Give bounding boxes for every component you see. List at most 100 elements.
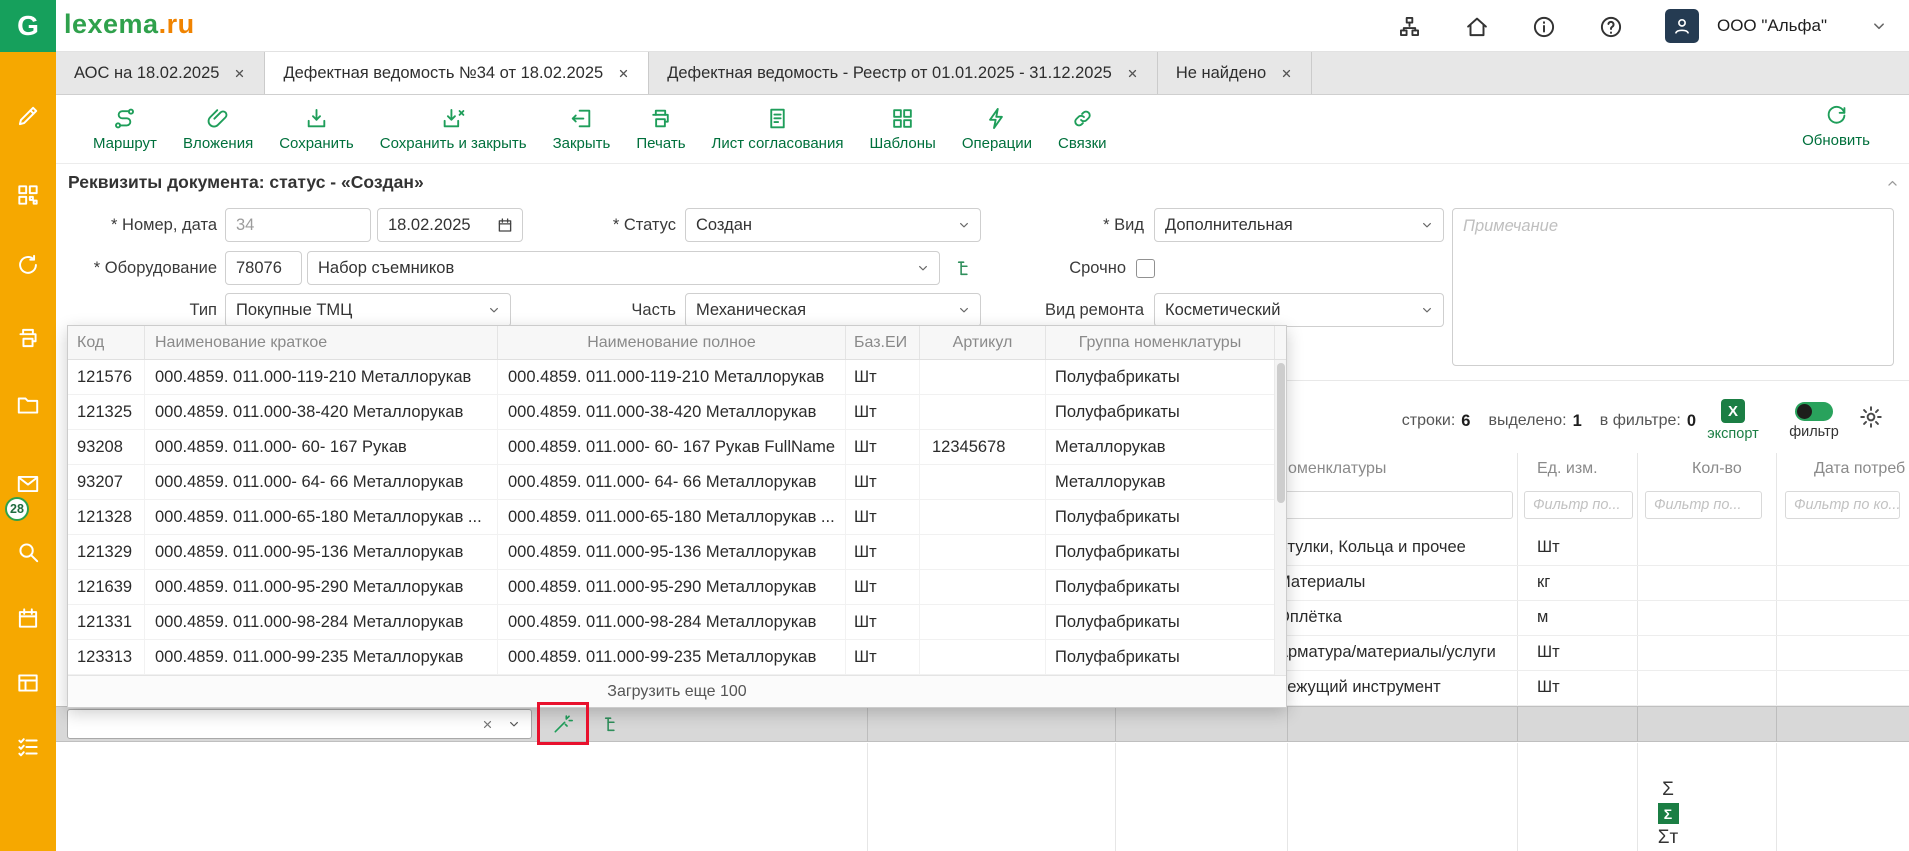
popup-row[interactable]: 93208000.4859. 011.000- 60- 167 Рукав000…	[68, 430, 1286, 465]
attachments-button[interactable]: Вложения	[170, 106, 266, 152]
toggle-track[interactable]	[1795, 402, 1833, 421]
popup-column-article[interactable]: Артикул	[920, 326, 1046, 359]
operations-button[interactable]: Операции	[949, 106, 1045, 152]
part-select[interactable]: Механическая	[685, 293, 981, 327]
column-header-qty[interactable]: Кол-во	[1692, 460, 1742, 478]
date-field[interactable]: 18.02.2025	[377, 208, 523, 242]
popup-column-code[interactable]: Код	[68, 326, 145, 359]
popup-scrollbar[interactable]	[1274, 360, 1286, 675]
popup-cell: Шт	[846, 360, 920, 394]
org-structure-icon[interactable]	[1397, 14, 1422, 39]
export-excel-button[interactable]: X экспорт	[1703, 399, 1763, 442]
popup-cell: Шт	[846, 535, 920, 569]
chevron-down-icon[interactable]	[506, 716, 522, 732]
popup-cell: 93208	[68, 430, 145, 464]
templates-button[interactable]: Шаблоны	[856, 106, 948, 152]
tab-defect-register[interactable]: Дефектная ведомость - Реестр от 01.01.20…	[649, 52, 1158, 94]
search-icon[interactable]	[15, 539, 41, 565]
popup-row[interactable]: 121576000.4859. 011.000-119-210 Металлор…	[68, 360, 1286, 395]
calendar-picker-icon[interactable]	[496, 216, 514, 234]
popup-scrollbar-thumb[interactable]	[1277, 363, 1285, 503]
popup-cell: Металлорукав	[1046, 465, 1275, 499]
close-button[interactable]: Закрыть	[540, 106, 624, 152]
tab-defect-statement[interactable]: Дефектная ведомость №34 от 18.02.2025	[265, 52, 649, 94]
home-icon[interactable]	[1464, 14, 1489, 39]
tab-close-icon[interactable]	[617, 67, 630, 80]
sum-selected-icon[interactable]: Σ	[1658, 803, 1679, 824]
qr-grid-icon[interactable]	[15, 182, 41, 208]
equipment-hierarchy-button[interactable]	[948, 251, 982, 285]
print-icon[interactable]	[15, 325, 41, 351]
popup-row[interactable]: 121329000.4859. 011.000-95-136 Металлору…	[68, 535, 1286, 570]
load-more-button[interactable]: Загрузить еще 100	[68, 675, 1286, 707]
task-list-icon[interactable]	[15, 734, 41, 760]
type-select[interactable]: Покупные ТМЦ	[225, 293, 511, 327]
brand-corner[interactable]: G	[0, 0, 56, 52]
print-button[interactable]: Печать	[623, 106, 698, 152]
filter-input-unit[interactable]: Фильтр по...	[1524, 491, 1633, 519]
note-textarea[interactable]: Примечание	[1452, 208, 1894, 366]
save-button[interactable]: Сохранить	[266, 106, 367, 152]
popup-row[interactable]: 121325000.4859. 011.000-38-420 Металлору…	[68, 395, 1286, 430]
popup-cell: 121639	[68, 570, 145, 604]
column-header-unit[interactable]: Ед. изм.	[1537, 460, 1598, 478]
tab-close-icon[interactable]	[233, 67, 246, 80]
refresh-button[interactable]: Обновить	[1789, 103, 1883, 149]
popup-cell: Полуфабрикаты	[1046, 500, 1275, 534]
tab-close-icon[interactable]	[1126, 67, 1139, 80]
column-header-date[interactable]: Дата потребности	[1814, 460, 1906, 478]
urgent-checkbox[interactable]	[1136, 259, 1155, 278]
collapse-section-icon[interactable]	[1884, 175, 1901, 192]
popup-cell: Шт	[846, 465, 920, 499]
user-avatar[interactable]	[1665, 9, 1699, 43]
filter-toggle[interactable]: фильтр	[1782, 402, 1846, 440]
folder-icon[interactable]	[15, 392, 41, 418]
popup-row[interactable]: 93207000.4859. 011.000- 64- 66 Металлору…	[68, 465, 1286, 500]
popup-column-base-unit[interactable]: Баз.ЕИ	[846, 326, 920, 359]
popup-cell: 000.4859. 011.000-98-284 Металлорукав	[145, 605, 498, 639]
magic-wand-button[interactable]	[545, 709, 581, 739]
tab-aos[interactable]: АОС на 18.02.2025	[56, 52, 265, 94]
popup-column-full-name[interactable]: Наименование полное	[498, 326, 846, 359]
sum-icon[interactable]: Σ	[1662, 780, 1674, 799]
approval-sheet-button[interactable]: Лист согласования	[699, 106, 857, 152]
repair-kind-select[interactable]: Косметический	[1154, 293, 1444, 327]
hierarchy-view-button[interactable]	[596, 709, 628, 739]
equipment-code-field[interactable]: 78076	[225, 251, 302, 285]
kind-select[interactable]: Дополнительная	[1154, 208, 1444, 242]
chevron-down-icon	[1419, 302, 1435, 318]
chevron-down-icon	[915, 260, 931, 276]
popup-row[interactable]: 121331000.4859. 011.000-98-284 Металлору…	[68, 605, 1286, 640]
clear-icon[interactable]	[481, 718, 494, 731]
info-icon[interactable]	[1531, 14, 1556, 39]
save-close-button[interactable]: Сохранить и закрыть	[367, 106, 540, 152]
sum-total-icon[interactable]: Σт	[1658, 828, 1678, 847]
number-field[interactable]: 34	[225, 208, 371, 242]
popup-row[interactable]: 121639000.4859. 011.000-95-290 Металлору…	[68, 570, 1286, 605]
edit-pencil-icon[interactable]	[15, 103, 41, 129]
popup-column-group[interactable]: Группа номенклатуры	[1046, 326, 1275, 359]
company-name: ООО "Альфа"	[1717, 16, 1827, 36]
mail-icon[interactable]	[15, 471, 41, 497]
repair-kind-label: Вид ремонта	[1014, 293, 1144, 327]
links-button[interactable]: Связки	[1045, 106, 1120, 152]
filter-input-qty[interactable]: Фильтр по...	[1645, 491, 1762, 519]
status-select[interactable]: Создан	[685, 208, 981, 242]
gear-icon[interactable]	[1858, 404, 1884, 430]
popup-row[interactable]: 121328000.4859. 011.000-65-180 Металлору…	[68, 500, 1286, 535]
tab-close-icon[interactable]	[1280, 67, 1293, 80]
calendar-icon[interactable]	[15, 605, 41, 631]
equipment-combo[interactable]: Набор съемников	[307, 251, 940, 285]
form-edit-icon[interactable]	[15, 670, 41, 696]
nomenclature-combo[interactable]	[67, 709, 532, 739]
filter-input-date[interactable]: Фильтр по ко...	[1785, 491, 1900, 519]
grid-cell-group: Режущий инструмент	[1277, 678, 1441, 697]
tab-not-found[interactable]: Не найдено	[1158, 52, 1312, 94]
popup-row[interactable]: 123313000.4859. 011.000-99-235 Металлору…	[68, 640, 1286, 675]
chevron-down-icon[interactable]	[1869, 16, 1889, 36]
brand-logo[interactable]: lexema.ru	[64, 9, 195, 40]
popup-cell: 000.4859. 011.000- 60- 167 Рукав	[145, 430, 498, 464]
help-icon[interactable]	[1598, 14, 1623, 39]
route-button[interactable]: Маршрут	[80, 106, 170, 152]
popup-column-short-name[interactable]: Наименование краткое	[145, 326, 498, 359]
